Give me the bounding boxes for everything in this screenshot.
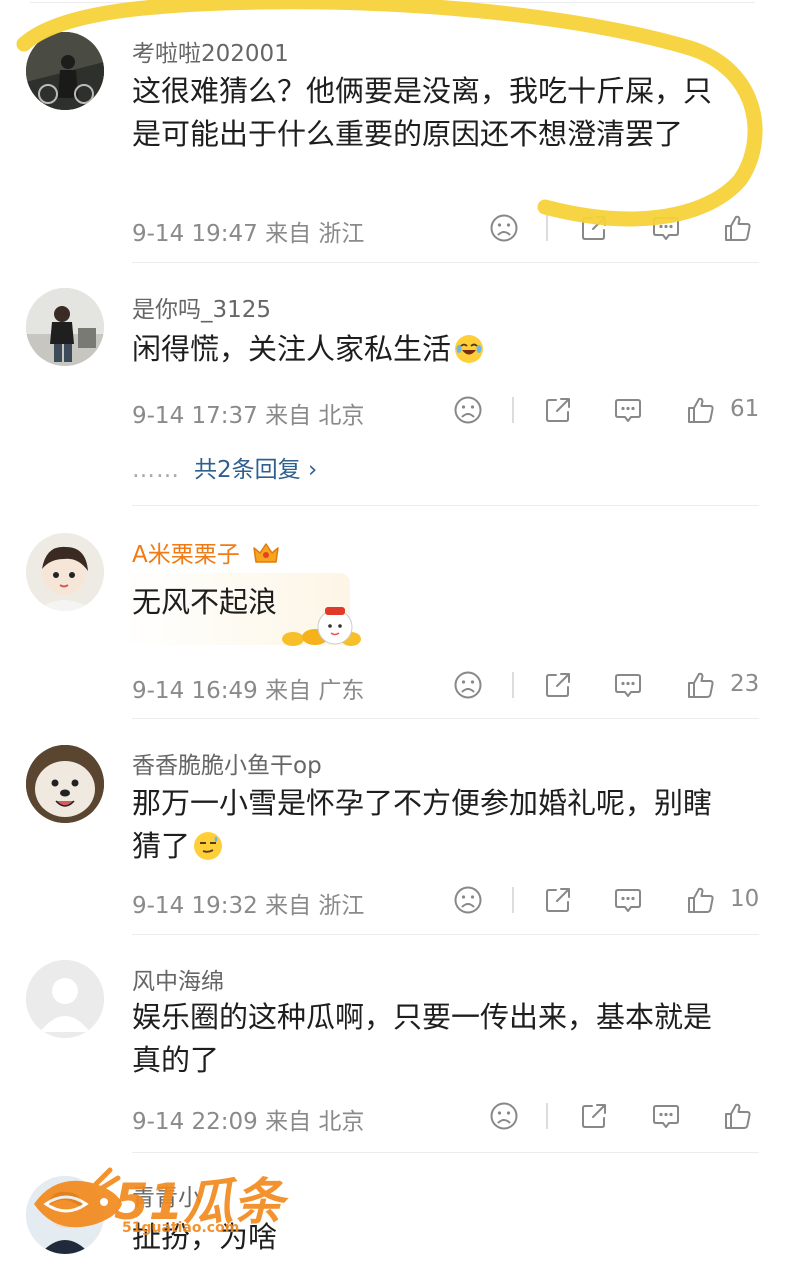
like-icon[interactable] [683, 667, 719, 703]
like-count: 61 [730, 396, 760, 422]
comment-item: 风中海绵 娱乐圈的这种瓜啊，只要一传出来，基本就是真的了 9-14 22:09 … [0, 934, 785, 1153]
dislike-icon[interactable] [486, 210, 522, 246]
dislike-icon[interactable] [450, 882, 486, 918]
comment-text: 扯扮，为啥 [132, 1220, 278, 1254]
like-count: 23 [730, 671, 760, 697]
comment-icon[interactable] [610, 392, 646, 428]
username[interactable]: 香香脆脆小鱼干op [132, 746, 322, 780]
comment-icon[interactable] [648, 210, 684, 246]
share-icon[interactable] [540, 392, 576, 428]
avatar[interactable] [26, 745, 104, 823]
share-icon[interactable] [540, 667, 576, 703]
comment-meta: 9-14 19:47 来自 浙江 [132, 221, 365, 247]
avatar[interactable] [26, 1176, 104, 1254]
comment-item: 是你吗_3125 闲得慌，关注人家私生活 9-14 17:37 来自 北京 61… [0, 262, 785, 506]
share-icon[interactable] [576, 1098, 612, 1134]
avatar[interactable] [26, 960, 104, 1038]
comment-icon[interactable] [648, 1098, 684, 1134]
comment-text: 这很难猜么？他俩要是没离，我吃十斤屎，只是可能出于什么重要的原因还不想澄清罢了 [132, 74, 713, 151]
comment-text: 无风不起浪 [132, 585, 278, 619]
comment-text: 闲得慌，关注人家私生活 [132, 328, 752, 371]
replies-label[interactable]: 共2条回复 › [194, 457, 317, 483]
separator [546, 1103, 548, 1129]
avatar[interactable] [26, 288, 104, 366]
comment-meta: 9-14 22:09 来自 北京 [132, 1109, 365, 1135]
comment-item: 青青小 扯扮，为啥 [0, 1152, 785, 1280]
laughing-emoji-icon [455, 335, 484, 363]
like-icon[interactable] [683, 882, 719, 918]
comment-text: 娱乐圈的这种瓜啊，只要一传出来，基本就是真的了 [132, 1000, 713, 1077]
like-count: 10 [730, 886, 760, 912]
username[interactable]: A米栗栗子 [132, 535, 281, 569]
separator [512, 887, 514, 913]
sweat-smile-emoji-icon [194, 832, 223, 860]
dislike-icon[interactable] [450, 392, 486, 428]
comment-text: 那万一小雪是怀孕了不方便参加婚礼呢，别瞎猜了 [132, 786, 713, 863]
comment-item: A米栗栗子 无风不起浪 9-14 16:49 来自 广东 23 [0, 505, 785, 719]
crown-badge-icon [253, 543, 279, 563]
divider [30, 2, 755, 3]
comment-meta: 9-14 17:37 来自 北京 [132, 403, 365, 429]
share-icon[interactable] [576, 210, 612, 246]
comment-item: 考啦啦202001 这很难猜么？他俩要是没离，我吃十斤屎，只是可能出于什么重要的… [0, 0, 785, 263]
like-icon[interactable] [720, 210, 756, 246]
username[interactable]: 青青小 [132, 1178, 201, 1212]
dislike-icon[interactable] [486, 1098, 522, 1134]
comment-item: 香香脆脆小鱼干op 那万一小雪是怀孕了不方便参加婚礼呢，别瞎猜了 9-14 19… [0, 718, 785, 935]
comment-icon[interactable] [610, 667, 646, 703]
username[interactable]: 风中海绵 [132, 962, 224, 996]
comment-icon[interactable] [610, 882, 646, 918]
comment-meta: 9-14 19:32 来自 浙江 [132, 893, 365, 919]
like-icon[interactable] [683, 392, 719, 428]
share-icon[interactable] [540, 882, 576, 918]
like-icon[interactable] [720, 1098, 756, 1134]
dislike-icon[interactable] [450, 667, 486, 703]
separator [546, 215, 548, 241]
avatar[interactable] [26, 32, 104, 110]
lucky-mascot-sticker-icon [282, 607, 361, 646]
avatar[interactable] [26, 533, 104, 611]
separator [512, 397, 514, 423]
username[interactable]: 是你吗_3125 [132, 290, 271, 324]
username[interactable]: 考啦啦202001 [132, 34, 289, 68]
view-replies-link[interactable]: …… 共2条回复 › [132, 450, 317, 484]
comment-meta: 9-14 16:49 来自 广东 [132, 678, 365, 704]
separator [512, 672, 514, 698]
